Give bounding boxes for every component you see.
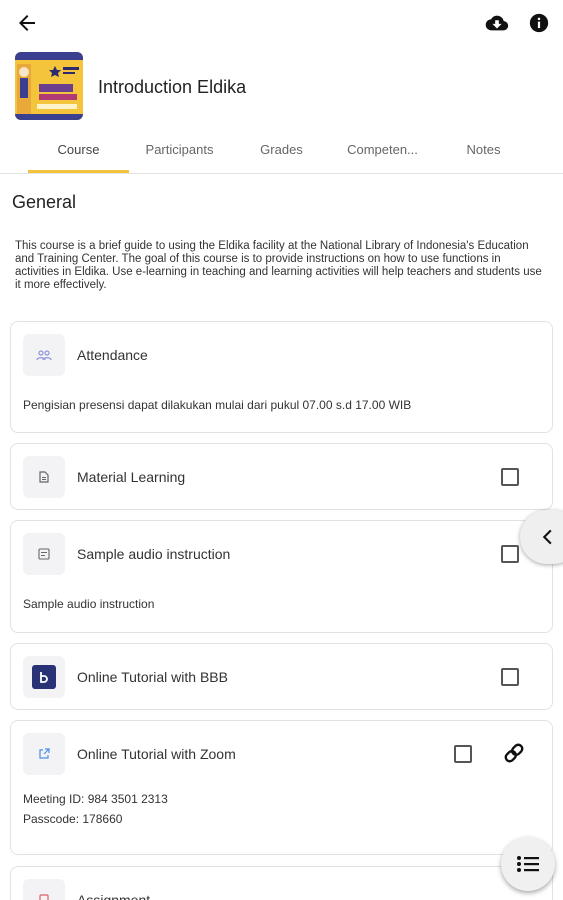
section-summary: This course is a brief guide to using th… — [15, 240, 542, 291]
module-name: Attendance — [77, 347, 148, 363]
section-title: General — [12, 192, 77, 212]
file-icon — [23, 456, 65, 498]
module-name: Online Tutorial with Zoom — [77, 746, 236, 762]
completion-checkbox[interactable] — [501, 668, 519, 686]
course-title: Introduction Eldika — [98, 77, 247, 97]
module-card-zoom[interactable]: Online Tutorial with Zoom Meeting ID: 98… — [10, 720, 553, 855]
completion-checkbox[interactable] — [501, 545, 519, 563]
module-card-assignment[interactable]: Assignment — [10, 866, 553, 900]
tab-notes[interactable]: Notes — [433, 142, 534, 157]
module-card-material-learning[interactable]: Material Learning — [10, 443, 553, 510]
module-meeting-id: Meeting ID: 984 3501 2313 — [23, 792, 168, 806]
module-card-bbb[interactable]: Online Tutorial with BBB — [10, 643, 553, 710]
external-url-icon — [23, 733, 65, 775]
cloud-download-icon[interactable] — [485, 12, 509, 34]
module-description: Sample audio instruction — [23, 597, 155, 611]
tab-competencies[interactable]: Competen... — [332, 142, 433, 157]
top-app-bar — [0, 0, 563, 46]
module-name: Online Tutorial with BBB — [77, 669, 228, 685]
tab-grades[interactable]: Grades — [231, 142, 332, 157]
tab-course[interactable]: Course — [28, 142, 129, 157]
list-icon — [517, 856, 539, 872]
module-description: Pengisian presensi dapat dilakukan mulai… — [23, 398, 412, 412]
completion-checkbox[interactable] — [501, 468, 519, 486]
module-name: Material Learning — [77, 469, 186, 485]
course-index-fab[interactable] — [501, 837, 555, 891]
attendance-icon — [23, 334, 65, 376]
completion-checkbox[interactable] — [454, 745, 472, 763]
back-arrow-icon[interactable] — [14, 11, 40, 35]
chevron-left-icon — [542, 529, 552, 545]
module-card-attendance[interactable]: Attendance Pengisian presensi dapat dila… — [10, 321, 553, 433]
module-passcode: Passcode: 178660 — [23, 812, 123, 826]
course-thumbnail — [15, 52, 83, 120]
assignment-icon — [23, 879, 65, 900]
module-card-sample-audio[interactable]: Sample audio instruction Sample audio in… — [10, 520, 553, 633]
course-header: Introduction Eldika — [15, 52, 555, 122]
course-tabs: Course Participants Grades Competen... N… — [0, 132, 563, 174]
info-icon[interactable] — [528, 12, 550, 34]
active-tab-indicator — [28, 170, 129, 173]
module-name: Assignment — [77, 892, 151, 900]
page-icon — [23, 533, 65, 575]
tab-participants[interactable]: Participants — [129, 142, 230, 157]
module-name: Sample audio instruction — [77, 546, 231, 562]
bigbluebutton-icon — [23, 656, 65, 698]
link-icon[interactable] — [502, 741, 526, 765]
